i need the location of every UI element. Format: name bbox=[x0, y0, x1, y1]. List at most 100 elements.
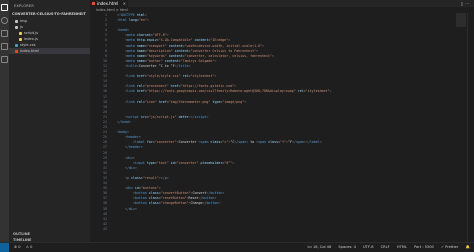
code-editor[interactable]: 1 2 3 4 5 6 7 8 9 10 11 12 13 14 15 16 17 18 19 20 21 22 23 24 2… bbox=[90, 13, 474, 243]
code-token: "https://fonts.googleapis.com/css2?famil… bbox=[146, 89, 296, 94]
code-token: > bbox=[262, 43, 265, 48]
code-token: "converter, calculator, celsius, fahrenh… bbox=[184, 53, 272, 58]
code-token: input bbox=[134, 160, 145, 165]
file-tree-item[interactable]: index.html bbox=[9, 48, 90, 54]
code-token: "viewport" bbox=[146, 43, 167, 48]
code-token: html bbox=[119, 18, 127, 23]
file-icon bbox=[15, 25, 18, 29]
warnings-indicator[interactable]: ⚠ 0 bbox=[26, 243, 33, 252]
code-token: > bbox=[132, 155, 135, 160]
code-token: Reset bbox=[188, 196, 199, 201]
code-token: > bbox=[232, 160, 235, 165]
remote-icon[interactable] bbox=[0, 243, 9, 252]
code-token: rel bbox=[134, 99, 143, 104]
code-token: link bbox=[126, 84, 135, 89]
extensions-icon[interactable] bbox=[1, 56, 8, 63]
code-token: title bbox=[126, 63, 137, 68]
code-token: html bbox=[134, 13, 145, 17]
minimap-slider[interactable] bbox=[456, 13, 466, 27]
code-token: > bbox=[234, 84, 237, 89]
code-token: content bbox=[172, 48, 189, 53]
run-debug-icon[interactable] bbox=[1, 43, 8, 50]
code-token: header bbox=[128, 145, 141, 150]
indentation[interactable]: Spaces: 4 bbox=[338, 245, 355, 249]
code-token: "converter" bbox=[176, 160, 199, 165]
prettier-status[interactable]: ✓ Prettier bbox=[441, 245, 458, 249]
code-token: "en" bbox=[138, 18, 147, 23]
errors-indicator[interactable]: ⊗ 0 bbox=[14, 243, 20, 252]
end-of-line[interactable]: CRLF bbox=[381, 245, 390, 249]
code-token: "width=device-width, initial-scale=1.0" bbox=[184, 43, 263, 48]
code-token: meta bbox=[126, 33, 135, 38]
code-token: "convertButton" bbox=[160, 191, 191, 196]
code-token: "result" bbox=[142, 176, 159, 180]
code-token: Converter bbox=[178, 140, 199, 145]
code-line[interactable] bbox=[117, 232, 457, 237]
tab-index-html[interactable]: index.html × bbox=[90, 0, 128, 7]
file-label: js bbox=[20, 25, 23, 29]
code-token: charset bbox=[134, 33, 151, 38]
code-token: class bbox=[266, 140, 279, 145]
code-token: class bbox=[208, 140, 221, 145]
explorer-icon[interactable] bbox=[1, 4, 8, 11]
explorer-sidebar: EXPLORER CONVERTER-CELSIUS-TO-FAHRENHEIT… bbox=[9, 0, 90, 243]
encoding[interactable]: UTF-8 bbox=[363, 245, 373, 249]
code-token: button bbox=[202, 196, 215, 201]
code-token: content bbox=[166, 53, 183, 58]
code-token: content bbox=[192, 38, 209, 43]
code-token: meta bbox=[126, 48, 135, 53]
code-token: "icon" bbox=[144, 99, 157, 104]
code-token: src bbox=[138, 114, 147, 119]
file-icon bbox=[19, 37, 22, 41]
code-token: > bbox=[214, 196, 217, 201]
file-tree: img js script.js index.js style.css index.htm… bbox=[9, 18, 90, 54]
code-token: button bbox=[134, 191, 147, 196]
code-token: body bbox=[119, 130, 127, 135]
live-server-port[interactable]: Port : 5500 bbox=[414, 245, 434, 249]
vertical-scrollbar[interactable] bbox=[467, 13, 474, 243]
file-icon bbox=[15, 43, 18, 47]
code-token: "img/thermometer.png" bbox=[168, 99, 211, 104]
code-token: href bbox=[156, 99, 167, 104]
code-token: rel bbox=[134, 84, 143, 89]
workspace-folder[interactable]: CONVERTER-CELSIUS-TO-FAHRENHEIT bbox=[9, 10, 90, 18]
code-token: "IE=edge" bbox=[210, 38, 229, 43]
minimap[interactable] bbox=[456, 13, 466, 243]
code-token: type bbox=[210, 99, 221, 104]
notifications-icon[interactable]: 🔔 bbox=[466, 245, 470, 249]
code-area[interactable]: <!DOCTYPE html> <html lang="en"> <head> <m… bbox=[117, 13, 457, 237]
code-token: "X-UA-Compatible" bbox=[158, 38, 193, 43]
search-icon[interactable] bbox=[1, 17, 8, 24]
close-icon[interactable]: × bbox=[123, 0, 126, 7]
file-icon bbox=[15, 19, 18, 23]
code-token: button bbox=[134, 201, 147, 206]
code-token: class bbox=[146, 201, 159, 206]
code-token: meta bbox=[126, 58, 135, 63]
code-token: > bbox=[126, 28, 129, 33]
code-token: > bbox=[319, 140, 322, 145]
code-token: class bbox=[146, 191, 159, 196]
source-control-icon[interactable] bbox=[1, 30, 8, 37]
file-label: index.html bbox=[20, 49, 40, 53]
code-token: "buttons" bbox=[140, 186, 159, 191]
code-token: content bbox=[166, 43, 183, 48]
cursor-position[interactable]: Ln 18, Col 46 bbox=[308, 245, 332, 249]
code-token: > bbox=[134, 206, 137, 211]
language-mode[interactable]: HTML bbox=[397, 245, 407, 249]
code-token: "resetButton" bbox=[160, 196, 187, 201]
editor-actions: ▯⋯ bbox=[461, 1, 471, 6]
more-actions-icon[interactable]: ⋯ bbox=[465, 1, 471, 6]
line-number: 43 bbox=[103, 226, 107, 231]
code-token: href bbox=[168, 84, 179, 89]
code-token: meta bbox=[126, 38, 135, 43]
